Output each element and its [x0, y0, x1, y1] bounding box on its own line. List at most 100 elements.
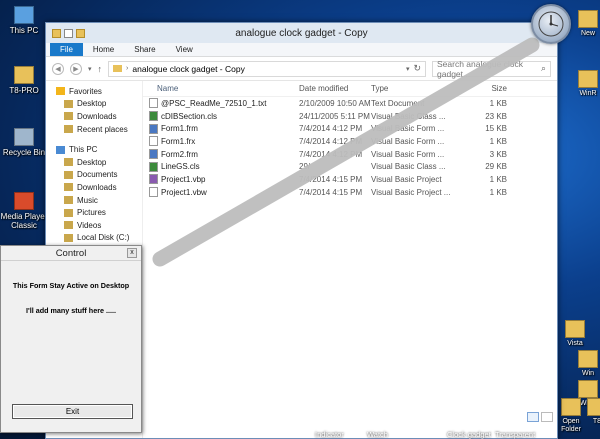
- desktop-icon-this-pc[interactable]: This PC: [0, 6, 48, 35]
- back-button[interactable]: ◀: [52, 62, 64, 75]
- column-header-name[interactable]: Name: [143, 84, 299, 93]
- desktop-icon-media-player-classic[interactable]: Media Player Classic: [0, 192, 48, 230]
- close-button[interactable]: x: [127, 248, 137, 258]
- vb-form-file-icon: [149, 149, 158, 160]
- desktop-icon-winr[interactable]: WinR: [573, 70, 600, 98]
- column-header-type[interactable]: Type: [371, 84, 459, 93]
- explorer-titlebar[interactable]: analogue clock gadget - Copy: [46, 23, 557, 43]
- desktop-icon-recycle-bin[interactable]: Recycle Bin: [0, 128, 48, 157]
- file-type: Visual Basic Project ...: [371, 187, 451, 197]
- search-input[interactable]: Search analogue clock gadget... ⌕: [432, 59, 551, 79]
- vb-class-file-icon: [149, 111, 158, 122]
- tab-home[interactable]: Home: [83, 43, 124, 56]
- up-arrow-icon[interactable]: ↑: [98, 64, 103, 74]
- file-name: LineGS.cls: [161, 162, 200, 172]
- nav-item-local-disk-c[interactable]: Local Disk (C:): [46, 232, 142, 245]
- desktop-icon-label: T8-PRO: [9, 86, 39, 95]
- desktop-label-transparent[interactable]: Transparent: [495, 430, 535, 439]
- desktop-icon-new[interactable]: New: [573, 10, 600, 38]
- file-type: Text Document: [371, 98, 425, 108]
- file-name-cell: @PSC_ReadMe_72510_1.txt: [143, 98, 299, 109]
- file-size: 3 KB: [489, 149, 507, 159]
- tab-view[interactable]: View: [166, 43, 203, 56]
- desktop-label-clock-gadget[interactable]: Clock gadget: [447, 430, 491, 439]
- downloads-icon: [64, 183, 73, 192]
- nav-item-label: Recent places: [77, 124, 128, 134]
- column-header-date-modified[interactable]: Date modified: [299, 84, 371, 93]
- file-date: 2/10/2009 10:50 AM: [299, 98, 371, 108]
- vb-project-file-icon: [149, 174, 158, 185]
- desktop-icon-label: Vista: [567, 340, 583, 347]
- pictures-icon: [64, 208, 73, 217]
- nav-item-videos[interactable]: Videos: [46, 219, 142, 232]
- table-row[interactable]: @PSC_ReadMe_72510_1.txt 2/10/2009 10:50 A…: [143, 97, 557, 110]
- file-name-cell: cDIBSection.cls: [143, 111, 299, 122]
- desktop-icon-win[interactable]: Win: [573, 350, 600, 378]
- nav-item-downloads[interactable]: Downloads: [46, 110, 142, 123]
- address-box[interactable]: › analogue clock gadget - Copy ▾ ↻: [108, 60, 427, 77]
- file-name: Form1.frx: [161, 136, 196, 146]
- nav-item-desktop[interactable]: Desktop: [46, 98, 142, 111]
- table-row[interactable]: cDIBSection.cls 24/11/2005 5:11 PM Visual …: [143, 110, 557, 123]
- nav-item-pictures[interactable]: Pictures: [46, 206, 142, 219]
- table-row[interactable]: LineGS.cls 29/Visual Basic Class ... 29 KB: [143, 160, 557, 173]
- control-message-1: This Form Stay Active on Desktop: [12, 281, 130, 290]
- table-row[interactable]: Form1.frm 7/4/2014 4:12 PM Visual Basic Fo…: [143, 122, 557, 135]
- desktop-icon-label: Media Player Classic: [0, 212, 48, 231]
- breadcrumb[interactable]: analogue clock gadget - Copy: [132, 64, 244, 74]
- file-type: Visual Basic Form ...: [371, 136, 445, 146]
- desktop-label-indicator[interactable]: Indicator: [315, 430, 344, 439]
- folder-icon: [578, 350, 598, 368]
- large-icons-view-icon[interactable]: [541, 412, 553, 422]
- file-size: 29 KB: [485, 162, 507, 172]
- desktop-icon-t8-pro[interactable]: T8-PRO: [0, 66, 48, 95]
- nav-item-recent-places[interactable]: Recent places: [46, 123, 142, 136]
- folder-icon: [561, 398, 581, 416]
- file-type: Visual Basic Form ...: [371, 124, 445, 134]
- nav-item-favorites[interactable]: Favorites: [46, 85, 142, 98]
- file-size: 1 KB: [489, 174, 507, 184]
- folder-icon: [578, 380, 598, 398]
- tab-share[interactable]: Share: [124, 43, 165, 56]
- tab-file[interactable]: File: [50, 43, 83, 56]
- file-size: 23 KB: [485, 111, 507, 121]
- file-name-cell: Form1.frm: [143, 123, 299, 134]
- file-name: Form2.frm: [161, 149, 198, 159]
- nav-item-documents[interactable]: Documents: [46, 169, 142, 182]
- clock-gadget[interactable]: [531, 4, 571, 44]
- search-icon[interactable]: ⌕: [541, 63, 546, 74]
- table-row[interactable]: Project1.vbw 7/4/2014 4:15 PM Visual Basic…: [143, 186, 557, 199]
- details-view-icon[interactable]: [527, 412, 539, 422]
- nav-item-label: Music: [77, 195, 98, 205]
- nav-item-downloads[interactable]: Downloads: [46, 181, 142, 194]
- nav-item-desktop[interactable]: Desktop: [46, 156, 142, 169]
- back-arrow-icon: ◀: [55, 65, 61, 73]
- file-type: Visual Basic Class ...: [371, 111, 446, 121]
- desktop-icon-t8[interactable]: T8: [582, 398, 600, 426]
- control-titlebar[interactable]: Control x: [1, 246, 141, 261]
- desktop-icon-vista[interactable]: Vista: [560, 320, 590, 348]
- nav-item-this-pc[interactable]: This PC: [46, 143, 142, 156]
- table-row[interactable]: Project1.vbp 7/4/2014 4:15 PM Visual Basic…: [143, 173, 557, 186]
- file-name: Project1.vbw: [161, 187, 207, 197]
- column-header-size[interactable]: Size: [459, 84, 507, 93]
- desktop-icon-label: Open Folder: [561, 418, 581, 434]
- file-name: @PSC_ReadMe_72510_1.txt: [161, 98, 267, 108]
- forward-button[interactable]: ▶: [70, 62, 82, 75]
- text-file-icon: [149, 98, 158, 109]
- nav-item-label: Desktop: [77, 99, 107, 109]
- address-dropdown-icon[interactable]: ▾: [406, 65, 410, 73]
- chevron-down-icon[interactable]: ▾: [88, 65, 92, 73]
- table-row[interactable]: Form1.frx 7/4/2014 4:12 PM Visual Basic Fo…: [143, 135, 557, 148]
- nav-item-music[interactable]: Music: [46, 194, 142, 207]
- refresh-icon[interactable]: ↻: [413, 63, 421, 74]
- desktop-label-watch[interactable]: Watch: [367, 430, 388, 439]
- computer-icon: [56, 145, 65, 154]
- file-icon: [149, 187, 158, 198]
- table-row[interactable]: Form2.frm 7/4/2014 4:12 PM Visual Basic Fo…: [143, 148, 557, 161]
- exit-button[interactable]: Exit: [12, 404, 133, 419]
- folder-icon: [587, 398, 600, 416]
- file-name-cell: Project1.vbp: [143, 174, 299, 185]
- file-name: Project1.vbp: [161, 174, 206, 184]
